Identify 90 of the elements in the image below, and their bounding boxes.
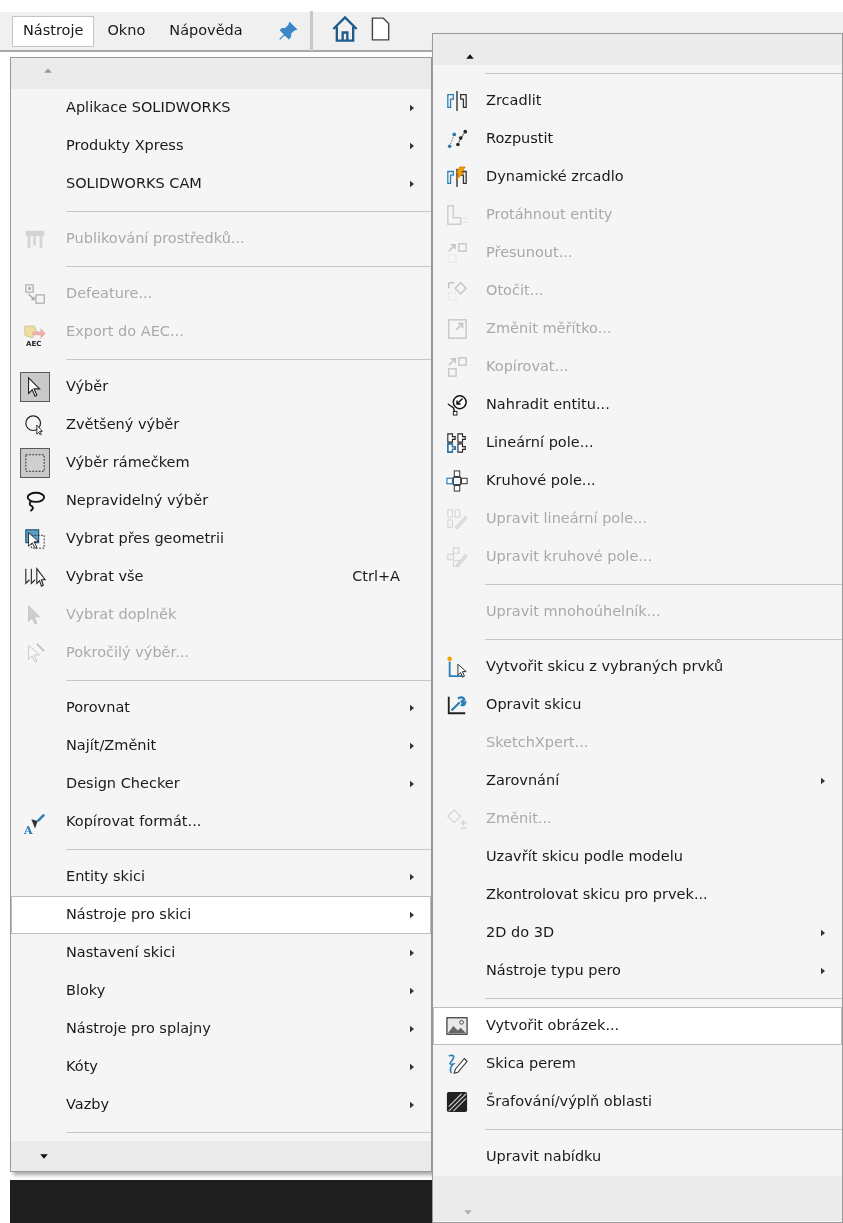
menu-item[interactable]: Výběr (11, 368, 431, 406)
menu-item[interactable]: Produkty Xpress (11, 127, 431, 165)
scale-icon (446, 318, 468, 340)
menu-item[interactable]: Nápověda (158, 15, 254, 47)
scroll-down-icon (37, 1151, 51, 1161)
pen-icon (446, 1053, 468, 1075)
menu-item[interactable]: Bloky (11, 972, 431, 1010)
submenu-arrow-icon (408, 1024, 416, 1035)
menu-item[interactable]: A Kopírovat formát... (11, 803, 431, 841)
export-icon (24, 324, 46, 340)
geometry-select-icon (24, 528, 46, 550)
submenu-arrow-icon (408, 741, 416, 752)
menu-item[interactable]: Lineární pole... (433, 424, 842, 462)
menu-item[interactable]: Kruhové pole... (433, 462, 842, 500)
menu-item[interactable]: Vybrat vše Ctrl+A (11, 558, 431, 596)
menu-item[interactable]: SOLIDWORKS CAM (11, 165, 431, 203)
submenu-arrow-icon (408, 948, 416, 959)
image-icon (446, 1015, 468, 1037)
menu-item[interactable]: Zkontrolovat skicu pro prvek... (433, 876, 842, 914)
menu-item[interactable]: Nastavení skici (11, 934, 431, 972)
edit-pattern-icon (446, 546, 468, 568)
edit-pattern-icon (446, 508, 468, 530)
lasso-icon (24, 490, 46, 512)
menu-item[interactable]: Dynamické zrcadlo (433, 158, 842, 196)
multiple-cursors-icon (24, 566, 46, 588)
icon-caption: A (24, 825, 33, 836)
menu-item[interactable]: Nástroje typu pero (433, 952, 842, 990)
rotate-icon (446, 280, 468, 302)
menu-item[interactable]: Nepravidelný výběr (11, 482, 431, 520)
table-icon (24, 228, 46, 250)
menu-item[interactable]: Nástroje pro splajny (11, 1010, 431, 1048)
circle-cursor-icon (24, 414, 46, 436)
submenu-arrow-icon (819, 928, 827, 939)
copy-icon (446, 356, 468, 378)
menu-item[interactable]: Design Checker (11, 765, 431, 803)
menu-item[interactable]: Skica perem (433, 1045, 842, 1083)
submenu-arrow-icon (408, 1062, 416, 1073)
move-icon (446, 242, 468, 264)
menu-item[interactable]: Uzavřít skicu podle modelu (433, 838, 842, 876)
menu-item[interactable]: Aplikace SOLIDWORKS (11, 89, 431, 127)
circular-pattern-icon (446, 470, 468, 492)
menu-item[interactable]: Opravit skicu (433, 686, 842, 724)
shortcut-text: Ctrl+A (352, 567, 400, 587)
diamond-plus-icon (446, 808, 468, 830)
scroll-down-icon (461, 1208, 475, 1217)
menu-item[interactable]: Kóty (11, 1048, 431, 1086)
submenu-arrow-icon (408, 910, 416, 921)
pin-icon (277, 21, 298, 42)
hatch-icon (446, 1091, 468, 1113)
menu-item[interactable]: Vytvořit obrázek... (433, 1007, 842, 1045)
l-shape-icon (446, 204, 468, 226)
sketch-cursor-icon (446, 656, 468, 678)
menu-item[interactable]: Šrafování/výplň oblasti (433, 1083, 842, 1121)
dashed-rectangle-icon (24, 452, 46, 474)
menu-item[interactable]: Zvětšený výběr (11, 406, 431, 444)
scattered-points-icon (446, 128, 468, 150)
mirror-icon (446, 90, 468, 112)
menu-item[interactable]: Nahradit entitu... (433, 386, 842, 424)
menu-item[interactable]: Výběr rámečkem (11, 444, 431, 482)
mirror-lightning-icon (446, 166, 468, 188)
menu-item[interactable]: Vytvořit skicu z vybraných prvků (433, 648, 842, 686)
submenu-arrow-icon (408, 141, 416, 152)
squares-icon (24, 283, 46, 305)
submenu-arrow-icon (819, 966, 827, 977)
menu-item[interactable]: Entity skici (11, 858, 431, 896)
menu-item[interactable]: Upravit nabídku (433, 1138, 842, 1176)
menu-item[interactable]: Zrcadlit (433, 82, 842, 120)
submenu-arrow-icon (408, 1100, 416, 1111)
home-icon (330, 15, 359, 43)
menu-item[interactable]: Nástroje (12, 15, 95, 47)
menu-item[interactable]: Vybrat přes geometrii (11, 520, 431, 558)
menu-item[interactable]: 2D do 3D (433, 914, 842, 952)
menu-item[interactable]: Vazby (11, 1086, 431, 1124)
menu-item[interactable]: Porovnat (11, 689, 431, 727)
submenu-arrow-icon (408, 103, 416, 114)
submenu-arrow-icon (408, 779, 416, 790)
menu-item[interactable]: Rozpustit (433, 120, 842, 158)
submenu-arrow-icon (408, 703, 416, 714)
submenu-arrow-icon (408, 986, 416, 997)
submenu-arrow-icon (408, 179, 416, 190)
menu-item[interactable]: Zarovnání (433, 762, 842, 800)
scroll-up-icon (41, 66, 55, 75)
replace-icon (446, 394, 468, 416)
menu-item[interactable]: Nástroje pro skici (11, 896, 431, 934)
linear-pattern-icon (446, 432, 468, 454)
submenu-arrow-icon (819, 776, 827, 787)
menu-item[interactable]: Najít/Změnit (11, 727, 431, 765)
menu-item[interactable]: Okno (96, 15, 157, 47)
submenu-arrow-icon (408, 872, 416, 883)
wrench-icon (446, 694, 468, 716)
